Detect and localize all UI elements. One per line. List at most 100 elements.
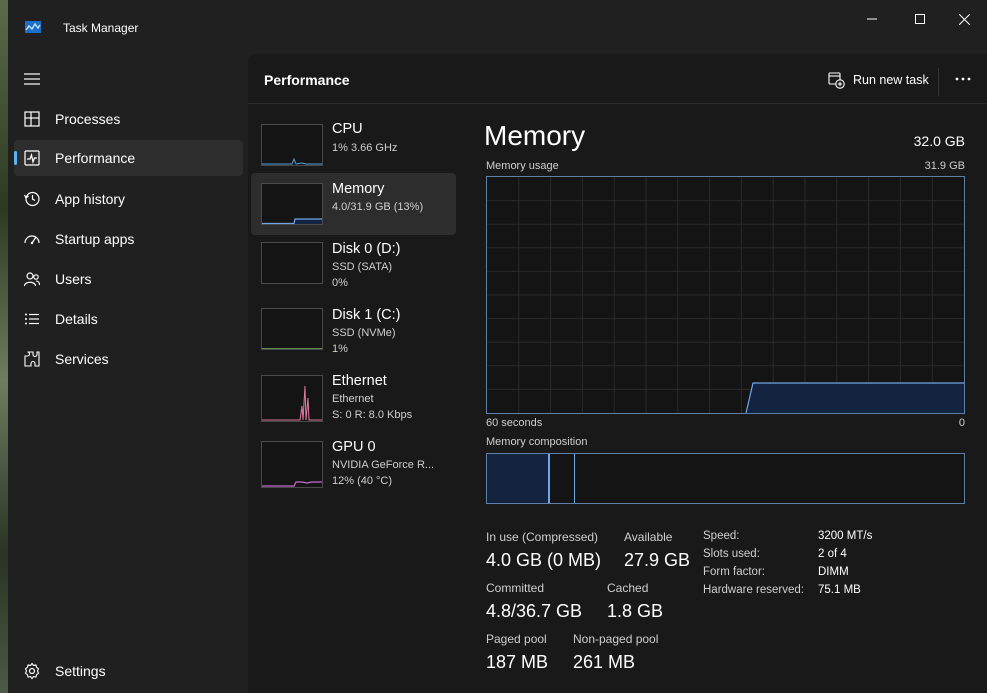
minimize-icon (867, 18, 877, 20)
close-icon (958, 13, 970, 25)
memory-usage-max: 31.9 GB (924, 160, 965, 172)
device-tile-memory[interactable]: Memory 4.0/31.9 GB (13%) (251, 173, 456, 235)
composition-in-use (487, 454, 550, 503)
details-icon (25, 313, 39, 325)
main-content: Performance Run new task CPU 1% 3.66 GHz (248, 54, 987, 693)
device-tile-ethernet[interactable]: Ethernet Ethernet S: 0 R: 8.0 Kbps (251, 372, 456, 434)
sidebar-item-startup-apps[interactable]: Startup apps (14, 221, 243, 257)
graph-time-start: 60 seconds (486, 417, 543, 429)
minimize-button[interactable] (849, 6, 895, 32)
sidebar-item-label: Services (55, 351, 109, 367)
sidebar-item-details[interactable]: Details (14, 301, 243, 337)
memory-composition-bar (486, 453, 965, 504)
sidebar-item-performance[interactable]: Performance (14, 140, 243, 176)
form-factor-label: Form factor: (703, 566, 765, 578)
composition-modified (550, 454, 575, 503)
device-detail: 4.0/31.9 GB (13%) (332, 201, 424, 213)
device-name: GPU 0 (332, 439, 376, 455)
nonpaged-pool-value: 261 MB (573, 652, 636, 672)
sidebar-item-label: Startup apps (55, 231, 135, 247)
memory-usage-label: Memory usage (486, 160, 559, 172)
device-name: Ethernet (332, 373, 387, 389)
disk1-thumbnail-graph (261, 308, 323, 350)
desktop-background (0, 0, 8, 693)
header-divider (248, 103, 987, 104)
sidebar-item-users[interactable]: Users (14, 261, 243, 297)
slots-label: Slots used: (703, 548, 760, 560)
committed-label: Committed (486, 581, 545, 595)
sidebar-item-label: Settings (55, 663, 106, 679)
device-detail: 1% 3.66 GHz (332, 142, 398, 154)
paged-pool-label: Paged pool (486, 632, 547, 646)
device-detail: Ethernet (332, 393, 374, 405)
users-icon (23, 272, 41, 287)
speed-value: 3200 MT/s (818, 530, 873, 542)
ethernet-thumbnail-graph (261, 375, 323, 422)
available-value: 27.9 GB (624, 550, 691, 570)
page-title: Performance (264, 72, 350, 88)
sidebar-item-app-history[interactable]: App history (14, 181, 243, 217)
run-task-icon (828, 71, 845, 89)
memory-usage-graph (486, 176, 965, 414)
sidebar-item-processes[interactable]: Processes (14, 101, 243, 137)
memory-heading: Memory (484, 120, 586, 151)
device-detail: 1% (332, 343, 348, 355)
cpu-thumbnail-graph (261, 124, 323, 166)
toolbar-divider (938, 68, 939, 96)
device-name: Disk 0 (D:) (332, 241, 401, 257)
processes-icon (24, 111, 40, 127)
cached-label: Cached (607, 581, 649, 595)
memory-total: 32.0 GB (913, 133, 965, 149)
more-options-icon[interactable] (954, 70, 972, 88)
run-new-task-label: Run new task (853, 73, 929, 87)
device-tile-disk0[interactable]: Disk 0 (D:) SSD (SATA) 0% (251, 240, 456, 302)
cached-value: 1.8 GB (607, 601, 664, 621)
device-detail: 0% (332, 277, 348, 289)
disk0-thumbnail-graph (261, 242, 323, 284)
hardware-reserved-label: Hardware reserved: (703, 584, 804, 596)
memory-thumbnail-graph (261, 183, 323, 225)
history-icon (23, 191, 40, 207)
task-manager-app-icon (25, 21, 41, 33)
slots-value: 2 of 4 (818, 548, 847, 560)
run-new-task-button[interactable]: Run new task (828, 70, 929, 90)
paged-pool-value: 187 MB (486, 652, 549, 672)
nonpaged-pool-label: Non-paged pool (573, 632, 659, 646)
speed-label: Speed: (703, 530, 740, 542)
hardware-reserved-value: 75.1 MB (818, 584, 861, 596)
gpu-thumbnail-graph (261, 441, 323, 488)
hamburger-menu-icon[interactable] (23, 70, 41, 88)
device-name: Memory (332, 181, 385, 197)
title-bar: Task Manager (8, 0, 987, 54)
available-label: Available (624, 530, 673, 544)
device-detail: S: 0 R: 8.0 Kbps (332, 409, 413, 421)
task-manager-window: Task Manager Processes Performance App h… (8, 0, 987, 693)
sidebar-item-settings[interactable]: Settings (14, 653, 243, 689)
close-button[interactable] (941, 6, 987, 32)
form-factor-value: DIMM (818, 566, 849, 578)
sidebar-item-services[interactable]: Services (14, 341, 243, 377)
memory-composition-label: Memory composition (486, 436, 588, 448)
maximize-button[interactable] (897, 6, 943, 32)
in-use-value: 4.0 GB (0 MB) (486, 550, 602, 570)
startup-icon (24, 235, 40, 245)
services-icon (24, 351, 40, 367)
sidebar-item-label: App history (55, 191, 126, 207)
sidebar-item-label: Users (55, 271, 92, 287)
sidebar-item-label: Processes (55, 111, 121, 127)
device-name: Disk 1 (C:) (332, 307, 401, 323)
device-detail: NVIDIA GeForce R... (332, 459, 435, 471)
device-tile-disk1[interactable]: Disk 1 (C:) SSD (NVMe) 1% (251, 306, 456, 368)
graph-time-end: 0 (958, 417, 965, 429)
device-name: CPU (332, 121, 363, 137)
device-tile-cpu[interactable]: CPU 1% 3.66 GHz (251, 116, 456, 178)
gear-icon (24, 662, 40, 680)
performance-icon (24, 150, 40, 166)
in-use-label: In use (Compressed) (486, 530, 599, 544)
device-detail: 12% (40 °C) (332, 475, 393, 487)
window-title: Task Manager (63, 21, 139, 35)
sidebar-item-label: Details (55, 311, 98, 327)
committed-value: 4.8/36.7 GB (486, 601, 583, 621)
sidebar-item-label: Performance (55, 150, 136, 166)
device-tile-gpu0[interactable]: GPU 0 NVIDIA GeForce R... 12% (40 °C) (251, 438, 456, 500)
